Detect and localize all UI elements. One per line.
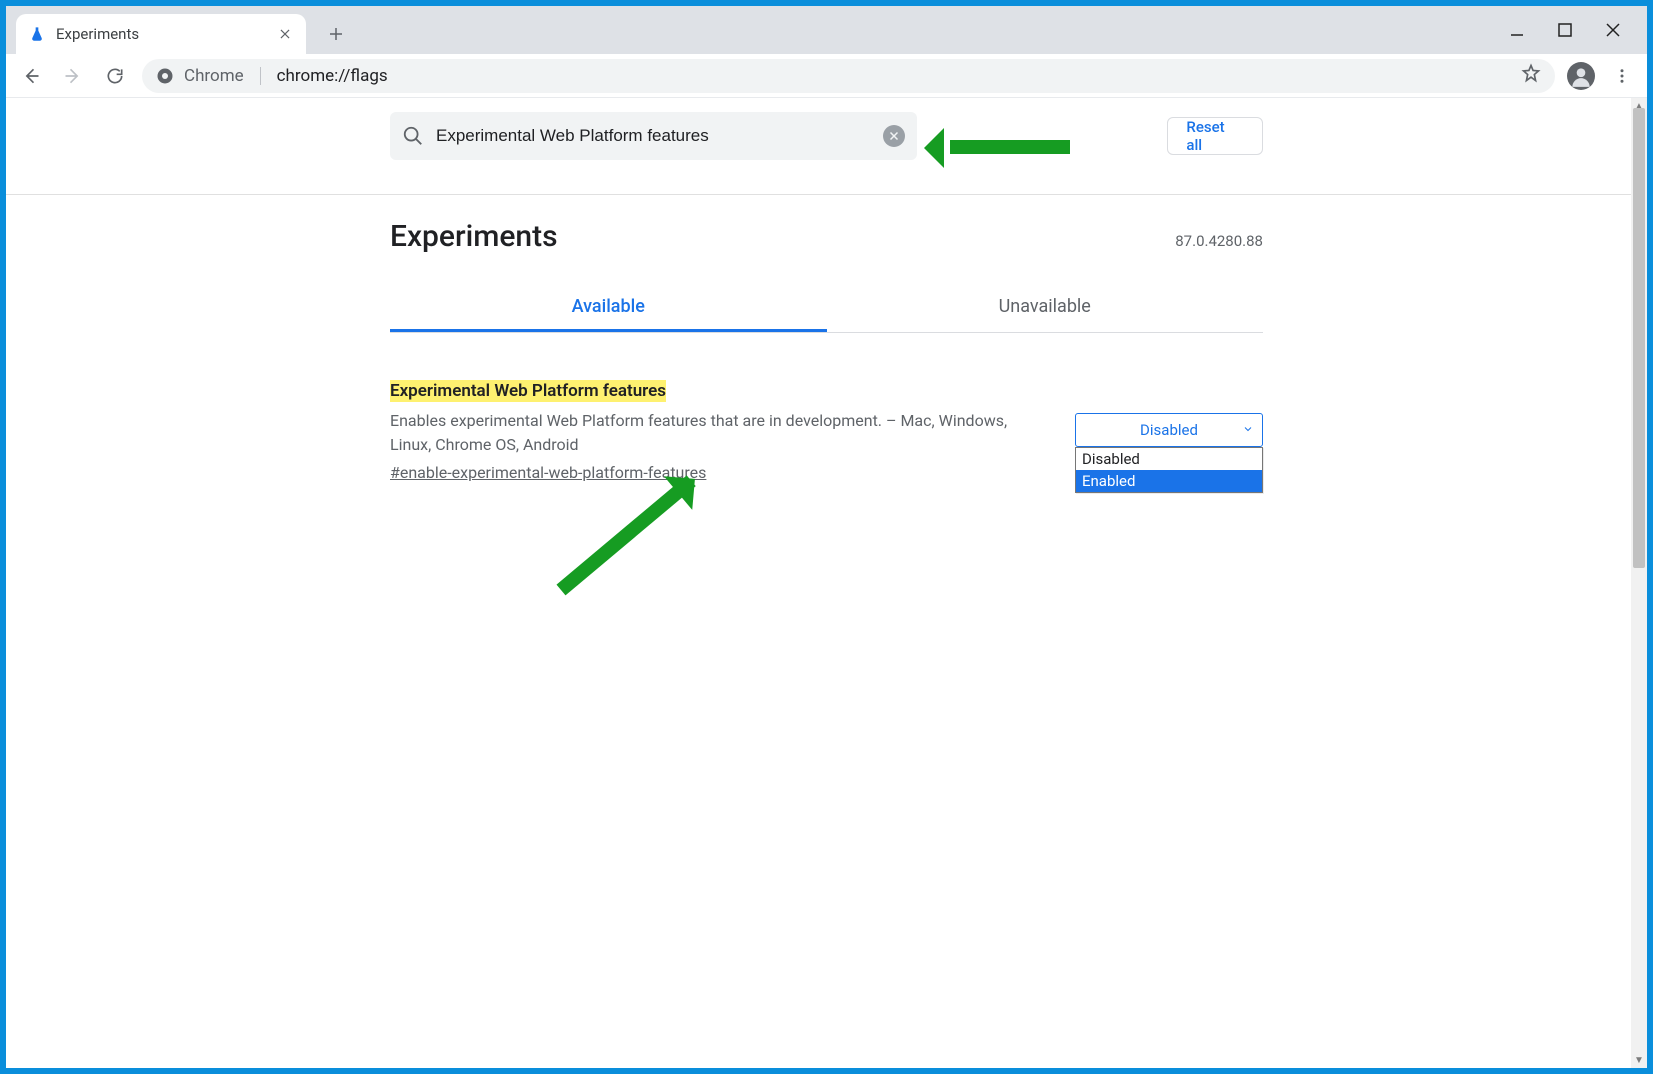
browser-menu-icon[interactable]	[1607, 67, 1637, 85]
experiment-description: Enables experimental Web Platform featur…	[390, 409, 1030, 457]
search-box[interactable]	[390, 112, 917, 160]
scrollbar[interactable]: ▲ ▼	[1631, 98, 1647, 1068]
forward-button[interactable]	[58, 61, 88, 91]
header-divider	[6, 194, 1647, 195]
tab-available[interactable]: Available	[390, 284, 827, 332]
address-bar[interactable]: Chrome chrome://flags	[142, 59, 1555, 93]
url-path: chrome://flags	[277, 66, 388, 86]
page-title: Experiments	[390, 219, 558, 254]
experiment-select[interactable]: Disabled Disabled Enabled	[1075, 413, 1263, 493]
tab-unavailable[interactable]: Unavailable	[827, 284, 1264, 332]
search-input[interactable]	[436, 126, 871, 146]
clear-search-icon[interactable]	[883, 125, 905, 147]
bookmark-star-icon[interactable]	[1521, 63, 1541, 88]
select-dropdown: Disabled Enabled	[1075, 447, 1263, 493]
site-icon	[156, 67, 174, 85]
option-enabled[interactable]: Enabled	[1076, 470, 1262, 492]
minimize-button[interactable]	[1507, 20, 1527, 40]
chrome-version: 87.0.4280.88	[1175, 232, 1263, 250]
chevron-down-icon	[1242, 421, 1254, 439]
profile-avatar[interactable]	[1567, 62, 1595, 90]
tabs: Available Unavailable	[390, 284, 1263, 333]
back-button[interactable]	[16, 61, 46, 91]
window-controls	[1489, 6, 1641, 54]
flask-icon	[28, 25, 46, 43]
tab-title: Experiments	[56, 25, 139, 43]
select-value: Disabled	[1140, 421, 1198, 439]
experiment-hash-link[interactable]: #enable-experimental-web-platform-featur…	[390, 463, 706, 482]
url-scheme: Chrome	[184, 66, 244, 86]
browser-tab[interactable]: Experiments	[16, 14, 306, 54]
experiment-title: Experimental Web Platform features	[390, 380, 666, 402]
select-current[interactable]: Disabled	[1075, 413, 1263, 447]
page-content: Reset all Experiments 87.0.4280.88 Avail…	[6, 98, 1647, 1068]
maximize-button[interactable]	[1555, 20, 1575, 40]
option-disabled[interactable]: Disabled	[1076, 448, 1262, 470]
search-icon	[402, 125, 424, 147]
new-tab-button[interactable]	[320, 18, 352, 50]
scroll-down-icon[interactable]: ▼	[1631, 1052, 1647, 1068]
close-tab-icon[interactable]	[276, 25, 294, 43]
experiment-row: Experimental Web Platform features Enabl…	[390, 381, 1263, 482]
scrollbar-thumb[interactable]	[1633, 108, 1645, 568]
tab-strip: Experiments	[6, 6, 1647, 54]
close-window-button[interactable]	[1603, 20, 1623, 40]
browser-toolbar: Chrome chrome://flags	[6, 54, 1647, 98]
annotation-arrow	[950, 140, 1070, 154]
url-separator	[260, 67, 261, 85]
reload-button[interactable]	[100, 61, 130, 91]
reset-all-button[interactable]: Reset all	[1167, 117, 1263, 155]
